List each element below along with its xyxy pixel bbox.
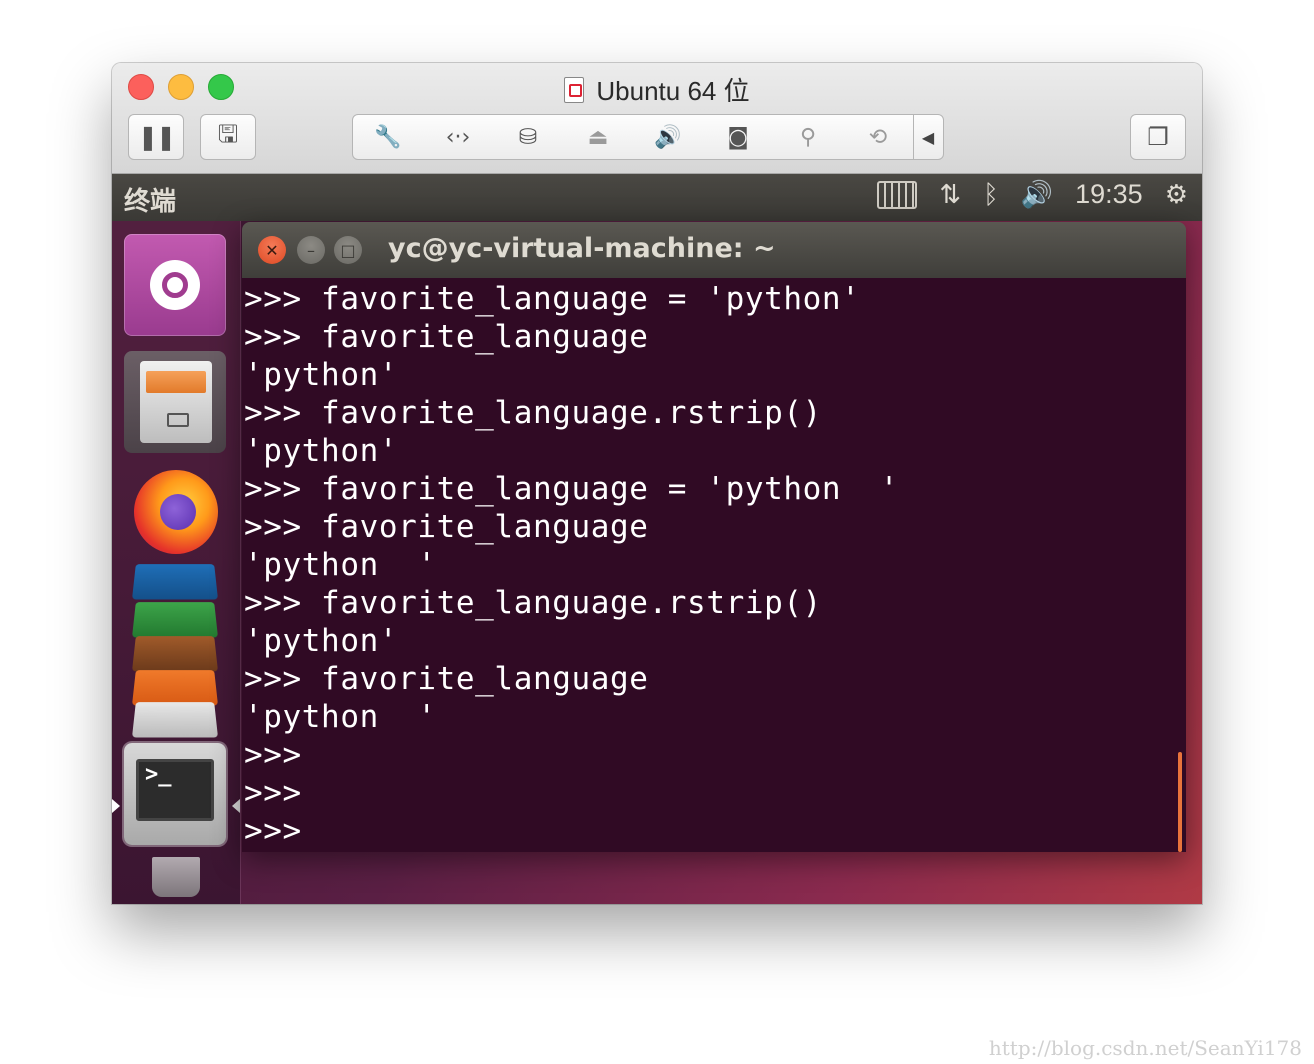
- terminal-title: yc@yc-virtual-machine: ~: [388, 233, 776, 264]
- terminal-line: >>>: [244, 737, 302, 773]
- calc-launcher[interactable]: [131, 602, 219, 638]
- terminal-line: >>> favorite_language.rstrip(): [244, 395, 822, 431]
- sound-icon[interactable]: 🔊: [633, 115, 703, 159]
- hard-disk-icon[interactable]: ⛁: [493, 115, 563, 159]
- file-cabinet-icon: [140, 361, 212, 443]
- terminal-titlebar[interactable]: ✕ – □ yc@yc-virtual-machine: ~: [242, 222, 1186, 278]
- terminal-scrollbar[interactable]: [1178, 752, 1182, 852]
- terminal-line: 'python': [244, 623, 399, 659]
- cd-drive-icon[interactable]: ⏏: [563, 115, 633, 159]
- firefox-icon: [134, 470, 218, 554]
- terminal-line: >>> favorite_language = 'python': [244, 281, 861, 317]
- writer-launcher[interactable]: [131, 564, 219, 600]
- amazon-launcher[interactable]: [131, 702, 219, 738]
- software-launcher[interactable]: [131, 670, 219, 706]
- sharing-icon[interactable]: ⟲: [843, 115, 913, 159]
- terminal-maximize-button[interactable]: □: [334, 236, 362, 264]
- terminal-minimize-button[interactable]: –: [297, 236, 325, 264]
- wrench-icon[interactable]: 🔧: [353, 115, 423, 159]
- terminal-line: 'python': [244, 433, 399, 469]
- trash-launcher[interactable]: [124, 851, 226, 903]
- ubuntu-desktop: 终端 ⇅ ᛒ 🔊 19:35 ⚙ >_ ✕ – □ yc@yc-virtual-…: [112, 174, 1202, 904]
- terminal-close-button[interactable]: ✕: [258, 236, 286, 264]
- window-title: Ubuntu 64 位: [596, 76, 750, 106]
- terminal-line: >>>: [244, 775, 302, 811]
- pause-button[interactable]: ❚❚: [128, 114, 184, 160]
- terminal-window: ✕ – □ yc@yc-virtual-machine: ~ >>> favor…: [242, 222, 1186, 852]
- panel-app-name: 终端: [124, 187, 177, 217]
- terminal-body[interactable]: >>> favorite_language = 'python' >>> fav…: [242, 278, 1186, 852]
- snapshot-button[interactable]: 🖫: [200, 114, 256, 160]
- terminal-line: 'python ': [244, 699, 437, 735]
- device-toolbar: 🔧 ‹·› ⛁ ⏏ 🔊 ◙ ⚲ ⟲ ◀: [352, 114, 944, 160]
- bluetooth-icon[interactable]: ᛒ: [983, 180, 999, 210]
- vm-titlebar: Ubuntu 64 位 ❚❚ 🖫 🔧 ‹·› ⛁ ⏏ 🔊 ◙ ⚲ ⟲ ◀ ❐: [112, 63, 1202, 174]
- panel-indicators: ⇅ ᛒ 🔊 19:35 ⚙: [877, 179, 1188, 210]
- files-launcher[interactable]: [124, 351, 226, 453]
- terminal-line: 'python': [244, 357, 399, 393]
- power-gear-icon[interactable]: ⚙: [1165, 180, 1188, 210]
- focused-indicator-icon: [232, 799, 240, 813]
- network-icon[interactable]: ‹·›: [423, 115, 493, 159]
- launcher: >_: [112, 221, 241, 904]
- panel-clock[interactable]: 19:35: [1075, 179, 1143, 210]
- window-title-area: Ubuntu 64 位: [112, 71, 1202, 108]
- running-indicator-icon: [112, 799, 120, 813]
- ubuntu-logo-icon: [150, 260, 200, 310]
- pause-icon: ❚❚: [137, 123, 176, 151]
- terminal-line: >>> favorite_language: [244, 509, 649, 545]
- trash-icon: [152, 857, 200, 897]
- vm-window: Ubuntu 64 位 ❚❚ 🖫 🔧 ‹·› ⛁ ⏏ 🔊 ◙ ⚲ ⟲ ◀ ❐ 终…: [112, 63, 1202, 904]
- windows-icon: ❐: [1147, 123, 1169, 151]
- terminal-line: >>> favorite_language = 'python ': [244, 471, 899, 507]
- watermark: http://blog.csdn.net/SeanYi178: [988, 1036, 1302, 1060]
- usb-icon[interactable]: ⚲: [773, 115, 843, 159]
- terminal-line: >>> favorite_language: [244, 661, 649, 697]
- terminal-line: >>> favorite_language.rstrip(): [244, 585, 822, 621]
- ubuntu-dash-button[interactable]: [124, 234, 226, 336]
- camera-icon[interactable]: ◙: [703, 115, 773, 159]
- terminal-line: >>>: [244, 813, 302, 849]
- terminal-icon: >_: [136, 759, 214, 821]
- terminal-line: >>> favorite_language: [244, 319, 649, 355]
- snapshot-icon: 🖫: [217, 119, 239, 148]
- keyboard-icon[interactable]: [877, 180, 918, 209]
- terminal-launcher[interactable]: >_: [124, 743, 226, 845]
- windows-button[interactable]: ❐: [1130, 114, 1186, 160]
- chevron-left-icon[interactable]: ◀: [913, 115, 942, 159]
- firefox-launcher[interactable]: [124, 466, 226, 568]
- terminal-line: 'python ': [244, 547, 437, 583]
- top-panel: 终端 ⇅ ᛒ 🔊 19:35 ⚙: [112, 174, 1202, 221]
- volume-icon[interactable]: 🔊: [1021, 180, 1053, 210]
- network-transfer-icon[interactable]: ⇅: [939, 180, 961, 210]
- vm-document-icon: [564, 77, 585, 103]
- impress-launcher[interactable]: [131, 636, 219, 672]
